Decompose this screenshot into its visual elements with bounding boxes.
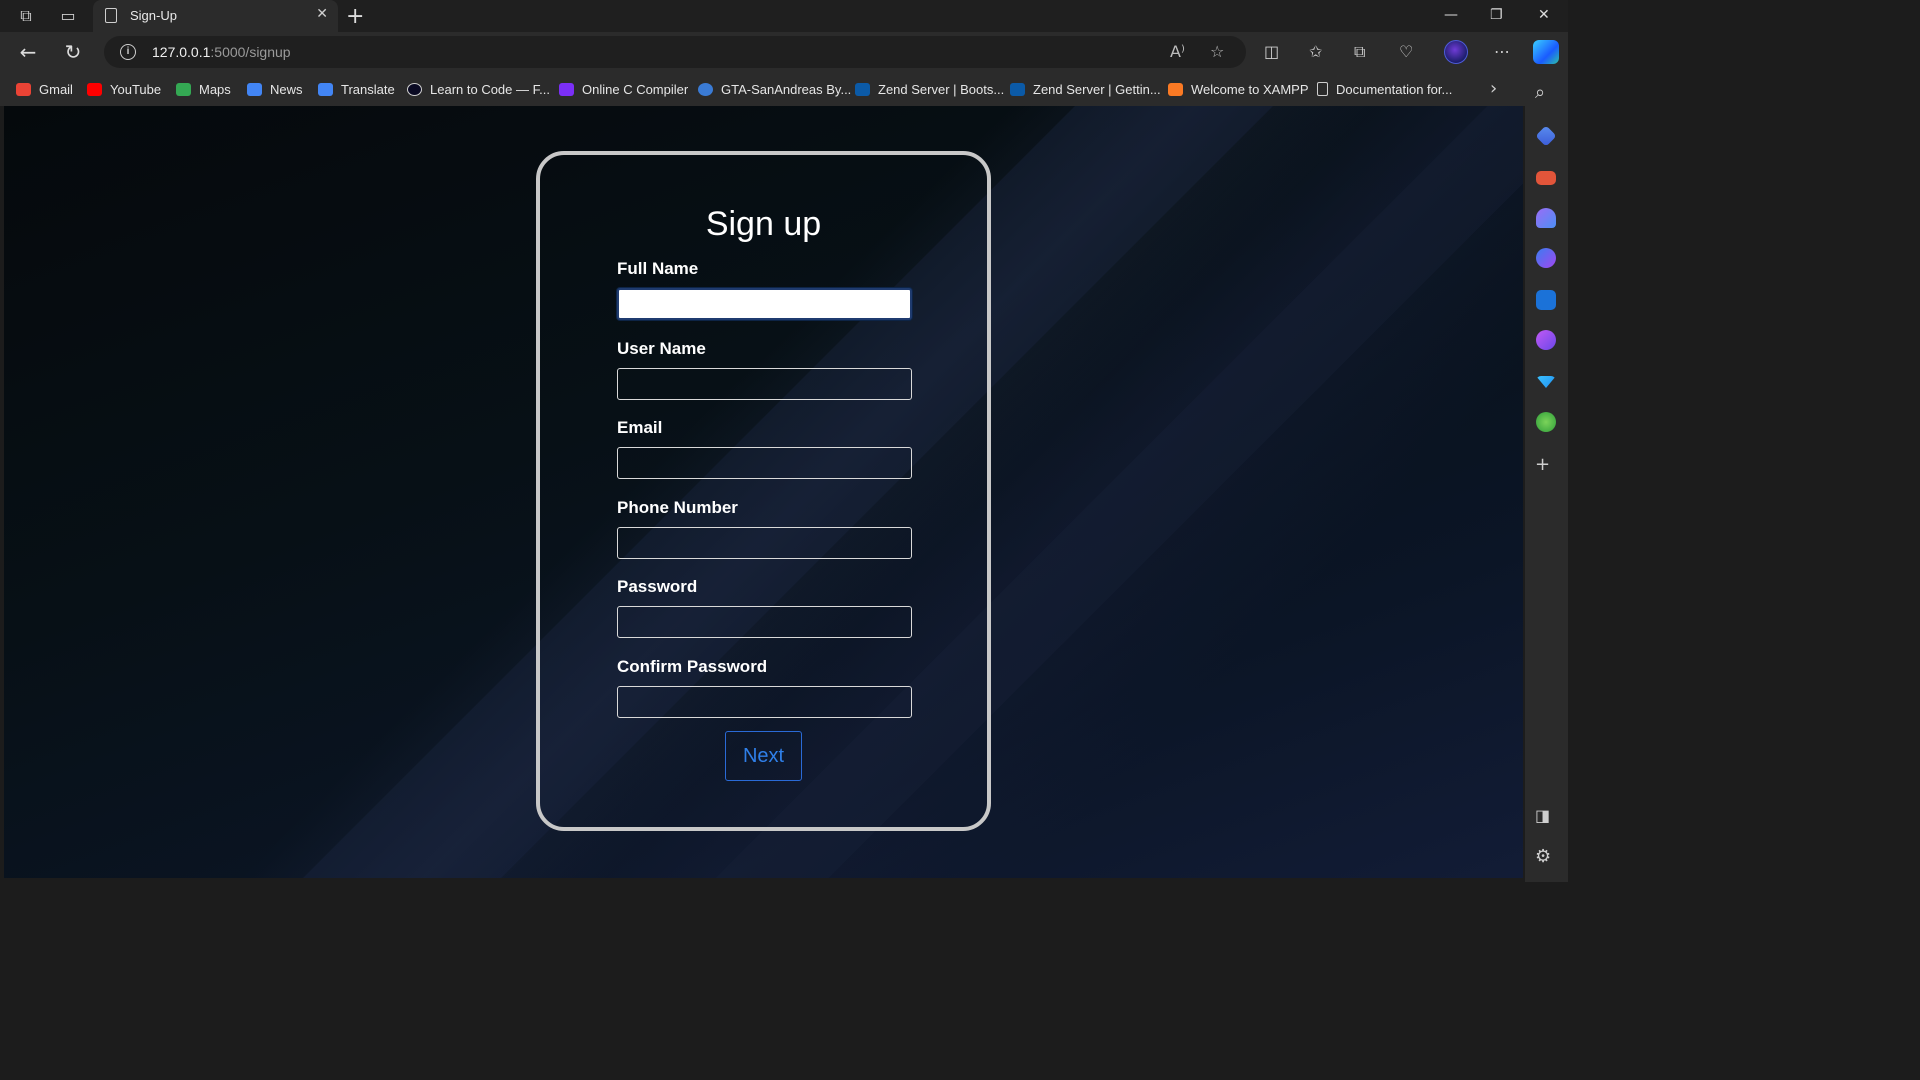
- bookmark-translate[interactable]: Translate: [318, 81, 395, 97]
- favorites-icon[interactable]: ✩: [1309, 42, 1322, 61]
- gmail-icon: [16, 82, 31, 96]
- browser-toolbar: ← ↻ i 127.0.0.1:5000/signup A⁾ ☆ ◫ ✩ ⧉ ♡…: [0, 32, 1568, 72]
- email-label: Email: [617, 418, 663, 437]
- bookmark-label: Translate: [341, 81, 395, 97]
- page-icon: [105, 8, 117, 23]
- bookmark-label: Online C Compiler: [582, 81, 689, 97]
- close-window-icon[interactable]: ✕: [1538, 7, 1550, 23]
- confirm-password-label: Confirm Password: [617, 657, 768, 676]
- bookmark-label: Welcome to XAMPP: [1191, 81, 1309, 97]
- back-icon[interactable]: ←: [16, 40, 40, 64]
- address-host: 127.0.0.1: [152, 44, 211, 60]
- profile-avatar[interactable]: [1444, 40, 1468, 64]
- xampp-icon: [1168, 82, 1183, 96]
- copilot-icon[interactable]: [1533, 40, 1559, 64]
- add-icon[interactable]: +: [1535, 454, 1550, 475]
- page-icon: [1317, 82, 1328, 96]
- user-name-label: User Name: [617, 339, 706, 358]
- bookmark-gmail[interactable]: Gmail: [16, 81, 73, 97]
- settings-gear-icon[interactable]: ⚙: [1535, 846, 1551, 867]
- bookmark-label: GTA-SanAndreas By...: [721, 81, 852, 97]
- designer-icon[interactable]: [1536, 330, 1556, 350]
- user-name-input[interactable]: [617, 368, 912, 400]
- bookmark-zend-getting[interactable]: Zend Server | Gettin...: [1010, 81, 1161, 97]
- send-icon[interactable]: [1536, 376, 1556, 388]
- bookmark-news[interactable]: News: [247, 81, 303, 97]
- tab-sign-up[interactable]: Sign-Up ✕: [93, 0, 338, 32]
- browser-essentials-icon[interactable]: ♡: [1399, 42, 1413, 61]
- favorite-star-icon[interactable]: ☆: [1210, 42, 1224, 61]
- bookmark-label: News: [270, 81, 303, 97]
- address-path: :5000/signup: [210, 44, 291, 60]
- translate-icon: [318, 82, 333, 96]
- bookmark-label: Learn to Code — F...: [430, 81, 550, 97]
- bookmark-documentation[interactable]: Documentation for...: [1317, 81, 1452, 97]
- bookmark-label: Maps: [199, 81, 231, 97]
- address-url[interactable]: 127.0.0.1:5000/signup: [152, 44, 291, 60]
- new-tab-icon[interactable]: +: [346, 4, 364, 29]
- games-icon[interactable]: [1536, 208, 1556, 228]
- search-icon[interactable]: ⌕: [1535, 82, 1545, 103]
- page-title: Sign up: [705, 205, 822, 243]
- tools-icon[interactable]: [1536, 171, 1556, 185]
- email-input[interactable]: [617, 447, 912, 479]
- close-tab-icon[interactable]: ✕: [316, 6, 328, 22]
- minimize-icon[interactable]: —: [1444, 7, 1458, 23]
- bookmark-label: Documentation for...: [1336, 81, 1453, 97]
- maps-icon: [176, 82, 191, 96]
- tree-icon[interactable]: [1536, 412, 1556, 432]
- next-button[interactable]: Next: [725, 731, 802, 781]
- collections-icon[interactable]: ⧉: [1354, 42, 1365, 62]
- youtube-icon: [87, 82, 102, 96]
- restore-icon[interactable]: ❐: [1490, 7, 1503, 23]
- phone-number-label: Phone Number: [617, 498, 738, 517]
- bookmark-label: Gmail: [39, 81, 73, 97]
- full-name-input[interactable]: [617, 288, 912, 320]
- address-bar[interactable]: i 127.0.0.1:5000/signup A⁾ ☆: [104, 36, 1246, 68]
- shopping-tag-icon[interactable]: [1535, 125, 1557, 147]
- bookmark-online-c-compiler[interactable]: Online C Compiler: [559, 81, 688, 97]
- chevron-right-icon[interactable]: ›: [1490, 78, 1497, 99]
- phone-number-input[interactable]: [617, 527, 912, 559]
- site-info-icon[interactable]: i: [120, 44, 136, 60]
- news-icon: [247, 82, 262, 96]
- zend-icon: [855, 82, 870, 96]
- microsoft-365-icon[interactable]: [1536, 248, 1556, 268]
- password-label: Password: [617, 577, 698, 596]
- bookmark-label: Zend Server | Boots...: [878, 81, 1005, 97]
- compiler-icon: [559, 82, 574, 96]
- gta-icon: [698, 82, 713, 96]
- bookmark-xampp[interactable]: Welcome to XAMPP: [1168, 81, 1309, 97]
- confirm-password-input[interactable]: [617, 686, 912, 718]
- more-options-icon[interactable]: ⋯: [1494, 42, 1510, 61]
- tab-title: Sign-Up: [130, 8, 177, 23]
- full-name-label: Full Name: [617, 259, 699, 278]
- sidebar-toggle-icon[interactable]: ◨: [1535, 806, 1550, 825]
- bookmark-freecodecamp[interactable]: Learn to Code — F...: [407, 81, 550, 97]
- outlook-icon[interactable]: [1536, 290, 1556, 310]
- zend-icon: [1010, 82, 1025, 96]
- workspaces-icon[interactable]: ⧉: [16, 6, 36, 26]
- bookmarks-bar: Gmail YouTube Maps News Translate Learn …: [0, 72, 1525, 106]
- page-viewport: Sign up Full Name User Name Email Phone …: [4, 106, 1523, 878]
- bookmark-maps[interactable]: Maps: [176, 81, 231, 97]
- title-bar: ⧉ ▭ Sign-Up ✕ + — ❐ ✕: [0, 0, 1568, 32]
- signup-card: Sign up Full Name User Name Email Phone …: [536, 151, 991, 831]
- bookmark-label: Zend Server | Gettin...: [1033, 81, 1161, 97]
- tab-actions-icon[interactable]: ▭: [58, 6, 78, 26]
- password-input[interactable]: [617, 606, 912, 638]
- refresh-icon[interactable]: ↻: [61, 40, 85, 64]
- read-aloud-icon[interactable]: A⁾: [1170, 42, 1185, 61]
- bookmark-youtube[interactable]: YouTube: [87, 81, 161, 97]
- bookmark-label: YouTube: [110, 81, 162, 97]
- split-screen-icon[interactable]: ◫: [1264, 42, 1279, 61]
- bookmark-zend-boots[interactable]: Zend Server | Boots...: [855, 81, 1004, 97]
- edge-sidebar: ⌕ + ◨ ⚙: [1525, 72, 1568, 882]
- bookmark-gta-sanandreas[interactable]: GTA-SanAndreas By...: [698, 81, 851, 97]
- freecodecamp-icon: [407, 82, 422, 96]
